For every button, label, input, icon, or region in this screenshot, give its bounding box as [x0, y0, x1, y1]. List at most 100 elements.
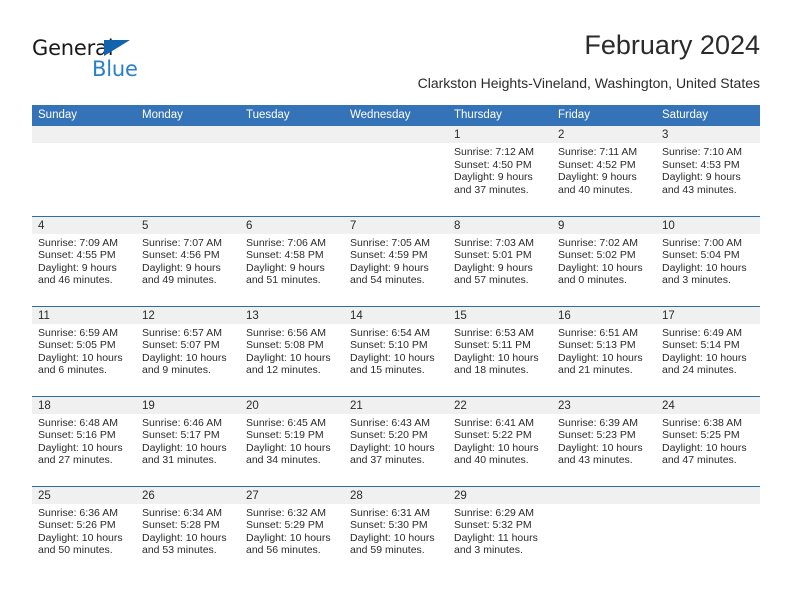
calendar-day-cell[interactable]: 22 Sunrise: 6:41 AM Sunset: 5:22 PM Dayligh…: [448, 395, 552, 486]
day-sun-details: [32, 143, 136, 146]
day-detail-line: Daylight: 9 hours: [558, 171, 637, 184]
day-detail-line: Daylight: 11 hours: [454, 531, 538, 544]
calendar-day-cell[interactable]: 28 Sunrise: 6:31 AM Sunset: 5:30 PM Dayligh…: [344, 485, 448, 576]
calendar-day-cell[interactable]: 12 Sunrise: 6:57 AM Sunset: 5:07 PM Dayligh…: [136, 305, 240, 396]
calendar-day-cell[interactable]: 21 Sunrise: 6:43 AM Sunset: 5:20 PM Dayligh…: [344, 395, 448, 486]
calendar-day-cell[interactable]: 26 Sunrise: 6:34 AM Sunset: 5:28 PM Dayligh…: [136, 485, 240, 576]
day-cell-content: 25 Sunrise: 6:36 AM Sunset: 5:26 PM Dayligh…: [32, 486, 136, 577]
day-detail-line: Sunrise: 7:10 AM: [662, 146, 742, 158]
day-detail-line: Sunrise: 6:36 AM: [38, 506, 118, 519]
day-detail-line: and 54 minutes.: [350, 274, 425, 287]
day-number: 29: [448, 486, 552, 504]
calendar-day-cell[interactable]: 8 Sunrise: 7:03 AM Sunset: 5:01 PM Daylight…: [448, 215, 552, 306]
day-detail-line: Sunset: 4:52 PM: [558, 158, 636, 171]
calendar-day-cell[interactable]: 19 Sunrise: 6:46 AM Sunset: 5:17 PM Dayligh…: [136, 395, 240, 486]
calendar-day-cell[interactable]: 1 Sunrise: 7:12 AM Sunset: 4:50 PM Daylight…: [448, 126, 552, 216]
day-sun-details: Sunrise: 6:59 AM Sunset: 5:05 PM Daylight:…: [32, 324, 136, 377]
day-detail-line: Sunset: 5:05 PM: [38, 339, 116, 352]
calendar-day-cell[interactable]: 29 Sunrise: 6:29 AM Sunset: 5:32 PM Dayligh…: [448, 485, 552, 576]
day-detail-line: and 49 minutes.: [142, 274, 217, 287]
day-cell-content: [552, 486, 656, 577]
day-sun-details: Sunrise: 7:10 AM Sunset: 4:53 PM Daylight:…: [656, 143, 760, 196]
day-cell-content: 17 Sunrise: 6:49 AM Sunset: 5:14 PM Dayligh…: [656, 306, 760, 396]
day-detail-line: and 6 minutes.: [38, 364, 107, 377]
day-detail-line: Sunset: 5:02 PM: [558, 249, 636, 262]
day-detail-line: and 0 minutes.: [558, 274, 627, 287]
calendar-day-cell[interactable]: 10 Sunrise: 7:00 AM Sunset: 5:04 PM Dayligh…: [656, 215, 760, 306]
day-detail-line: and 43 minutes.: [558, 454, 633, 467]
day-detail-line: Sunrise: 6:29 AM: [454, 506, 534, 519]
day-detail-line: Daylight: 10 hours: [662, 351, 747, 364]
day-sun-details: [552, 504, 656, 507]
calendar-day-cell[interactable]: 3 Sunrise: 7:10 AM Sunset: 4:53 PM Daylight…: [656, 126, 760, 216]
calendar-day-cell[interactable]: 13 Sunrise: 6:56 AM Sunset: 5:08 PM Dayligh…: [240, 305, 344, 396]
day-cell-content: 3 Sunrise: 7:10 AM Sunset: 4:53 PM Daylight…: [656, 126, 760, 216]
day-detail-line: Sunrise: 6:48 AM: [38, 416, 118, 429]
day-number: 8: [448, 216, 552, 234]
day-detail-line: and 53 minutes.: [142, 544, 217, 557]
day-cell-content: 13 Sunrise: 6:56 AM Sunset: 5:08 PM Dayligh…: [240, 306, 344, 396]
calendar-day-cell[interactable]: 15 Sunrise: 6:53 AM Sunset: 5:11 PM Dayligh…: [448, 305, 552, 396]
day-number: 27: [240, 486, 344, 504]
day-cell-content: 2 Sunrise: 7:11 AM Sunset: 4:52 PM Daylight…: [552, 126, 656, 216]
calendar-day-cell[interactable]: 18 Sunrise: 6:48 AM Sunset: 5:16 PM Dayligh…: [32, 395, 136, 486]
day-cell-content: 7 Sunrise: 7:05 AM Sunset: 4:59 PM Daylight…: [344, 216, 448, 306]
day-cell-content: 22 Sunrise: 6:41 AM Sunset: 5:22 PM Dayligh…: [448, 396, 552, 486]
day-sun-details: Sunrise: 7:06 AM Sunset: 4:58 PM Daylight:…: [240, 234, 344, 287]
day-sun-details: Sunrise: 7:02 AM Sunset: 5:02 PM Daylight:…: [552, 234, 656, 287]
day-detail-line: and 43 minutes.: [662, 183, 737, 196]
day-detail-line: Sunset: 5:04 PM: [662, 249, 740, 262]
day-detail-line: and 50 minutes.: [38, 544, 113, 557]
day-detail-line: Sunset: 5:32 PM: [454, 519, 532, 532]
day-detail-line: and 40 minutes.: [454, 454, 529, 467]
calendar-day-cell[interactable]: 2 Sunrise: 7:11 AM Sunset: 4:52 PM Daylight…: [552, 126, 656, 216]
calendar-day-cell[interactable]: 16 Sunrise: 6:51 AM Sunset: 5:13 PM Dayligh…: [552, 305, 656, 396]
day-detail-line: Sunrise: 6:39 AM: [558, 416, 638, 429]
day-detail-line: Sunrise: 6:45 AM: [246, 416, 326, 429]
calendar-day-cell[interactable]: 6 Sunrise: 7:06 AM Sunset: 4:58 PM Daylight…: [240, 215, 344, 306]
day-cell-content: 11 Sunrise: 6:59 AM Sunset: 5:05 PM Dayligh…: [32, 306, 136, 396]
calendar-day-cell[interactable]: 4 Sunrise: 7:09 AM Sunset: 4:55 PM Daylight…: [32, 215, 136, 306]
day-detail-line: Sunrise: 7:03 AM: [454, 236, 534, 249]
calendar-day-cell[interactable]: 7 Sunrise: 7:05 AM Sunset: 4:59 PM Daylight…: [344, 215, 448, 306]
day-number: 13: [240, 306, 344, 324]
calendar-day-cell[interactable]: 9 Sunrise: 7:02 AM Sunset: 5:02 PM Daylight…: [552, 215, 656, 306]
day-detail-line: Daylight: 10 hours: [246, 531, 331, 544]
day-detail-line: Daylight: 9 hours: [142, 261, 221, 274]
day-cell-content: 23 Sunrise: 6:39 AM Sunset: 5:23 PM Dayligh…: [552, 396, 656, 486]
day-number: 9: [552, 216, 656, 234]
day-sun-details: Sunrise: 6:54 AM Sunset: 5:10 PM Daylight:…: [344, 324, 448, 377]
calendar-day-cell[interactable]: 24 Sunrise: 6:38 AM Sunset: 5:25 PM Dayligh…: [656, 395, 760, 486]
day-sun-details: Sunrise: 7:03 AM Sunset: 5:01 PM Daylight:…: [448, 234, 552, 287]
logo-text-general: General: [32, 36, 114, 60]
day-detail-line: Daylight: 10 hours: [142, 441, 227, 454]
day-sun-details: Sunrise: 6:29 AM Sunset: 5:32 PM Daylight:…: [448, 504, 552, 557]
day-sun-details: Sunrise: 6:31 AM Sunset: 5:30 PM Daylight:…: [344, 504, 448, 557]
calendar-day-cell[interactable]: 17 Sunrise: 6:49 AM Sunset: 5:14 PM Dayligh…: [656, 305, 760, 396]
day-sun-details: Sunrise: 7:09 AM Sunset: 4:55 PM Daylight:…: [32, 234, 136, 287]
day-number: 12: [136, 306, 240, 324]
calendar-day-cell[interactable]: 20 Sunrise: 6:45 AM Sunset: 5:19 PM Dayligh…: [240, 395, 344, 486]
weekday-header-saturday: Saturday: [656, 105, 760, 126]
day-cell-content: [136, 126, 240, 216]
calendar-day-cell[interactable]: 25 Sunrise: 6:36 AM Sunset: 5:26 PM Dayligh…: [32, 485, 136, 577]
calendar-day-cell[interactable]: 23 Sunrise: 6:39 AM Sunset: 5:23 PM Dayligh…: [552, 395, 656, 486]
day-number: 23: [552, 396, 656, 414]
page-header: General Blue February 2024 Clarkston Hei…: [32, 30, 760, 98]
day-number: 7: [344, 216, 448, 234]
day-detail-line: Sunrise: 7:02 AM: [558, 236, 638, 249]
day-detail-line: Sunset: 5:19 PM: [246, 429, 324, 442]
day-sun-details: Sunrise: 6:34 AM Sunset: 5:28 PM Daylight:…: [136, 504, 240, 557]
day-detail-line: Sunrise: 6:56 AM: [246, 326, 326, 339]
day-detail-line: and 57 minutes.: [454, 274, 529, 287]
calendar-day-cell[interactable]: 27 Sunrise: 6:32 AM Sunset: 5:29 PM Dayligh…: [240, 485, 344, 576]
weekday-header-friday: Friday: [552, 105, 656, 126]
day-detail-line: Daylight: 10 hours: [38, 351, 123, 364]
day-detail-line: Sunset: 5:26 PM: [38, 519, 116, 532]
calendar-week-row: 11 Sunrise: 6:59 AM Sunset: 5:05 PM Dayligh…: [32, 305, 760, 396]
day-detail-line: Daylight: 9 hours: [662, 171, 741, 184]
day-detail-line: Sunrise: 6:43 AM: [350, 416, 430, 429]
calendar-day-cell[interactable]: 11 Sunrise: 6:59 AM Sunset: 5:05 PM Dayligh…: [32, 305, 136, 396]
calendar-day-cell[interactable]: 14 Sunrise: 6:54 AM Sunset: 5:10 PM Dayligh…: [344, 305, 448, 396]
calendar-day-cell[interactable]: 5 Sunrise: 7:07 AM Sunset: 4:56 PM Daylight…: [136, 215, 240, 306]
